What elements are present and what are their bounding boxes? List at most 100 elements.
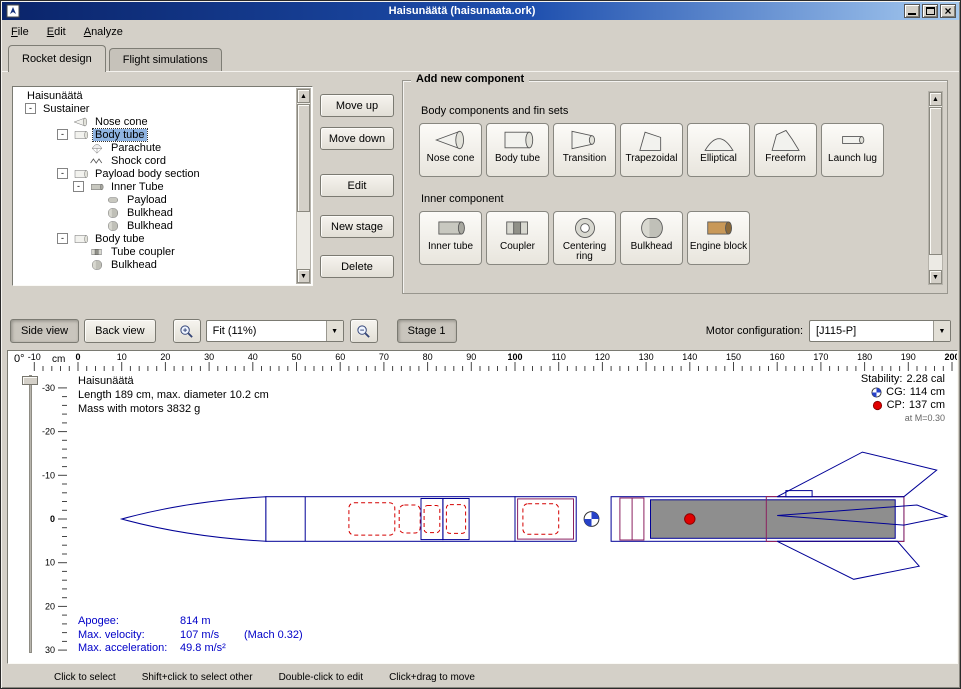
tree-item-label: Parachute — [109, 142, 163, 154]
svg-text:-30: -30 — [42, 383, 55, 393]
tree-item-bulkhead[interactable]: Bulkhead — [15, 258, 295, 271]
component-button-bulkhead[interactable]: Bulkhead — [620, 211, 683, 265]
component-scrollbar[interactable]: ▲ ▼ — [928, 91, 943, 285]
body-tube-icon — [498, 127, 538, 153]
delete-button[interactable]: Delete — [320, 255, 394, 278]
component-button-launch-lug[interactable]: Launch lug — [821, 123, 884, 177]
tree-scrollbar[interactable]: ▲ ▼ — [296, 88, 311, 284]
tree-item-label: Haisunäätä — [25, 90, 85, 102]
flight-stats: Apogee: 814 m Max. velocity: 107 m/s (Ma… — [78, 615, 303, 656]
side-view-button[interactable]: Side view — [10, 319, 79, 343]
maximize-button[interactable] — [922, 4, 938, 18]
tree-item-parachute[interactable]: Parachute — [15, 141, 295, 154]
tree-scrollbar-thumb[interactable] — [297, 104, 310, 212]
tree-item-body-tube[interactable]: - Body tube — [15, 128, 295, 141]
component-button-nose-cone[interactable]: Nose cone — [419, 123, 482, 177]
component-button-trapezoidal[interactable]: Trapezoidal — [620, 123, 683, 177]
tree-item-inner-tube[interactable]: -Inner Tube — [15, 180, 295, 193]
cp-label: CP: — [887, 399, 905, 412]
svg-text:90: 90 — [466, 352, 476, 362]
tree-item-payload[interactable]: Payload — [15, 193, 295, 206]
component-button-row: Nose coneBody tubeTransitionTrapezoidalE… — [419, 123, 921, 177]
move-down-button[interactable]: Move down — [320, 127, 394, 150]
rotation-slider[interactable] — [29, 375, 32, 653]
edit-button[interactable]: Edit — [320, 174, 394, 197]
mach-note: at M=0.30 — [861, 412, 945, 425]
back-view-button[interactable]: Back view — [84, 319, 156, 343]
scroll-down-icon[interactable]: ▼ — [297, 269, 310, 283]
bulkhead-icon — [105, 220, 121, 232]
tree-item-haisun-t[interactable]: Haisunäätä — [15, 89, 295, 102]
svg-text:30: 30 — [45, 645, 55, 655]
rotation-slider-thumb[interactable] — [22, 376, 38, 385]
tree-item-bulkhead[interactable]: Bulkhead — [15, 206, 295, 219]
tab-flight-simulations[interactable]: Flight simulations — [109, 48, 222, 71]
component-button-freeform[interactable]: Freeform — [754, 123, 817, 177]
tab-rocket-design[interactable]: Rocket design — [8, 45, 106, 72]
component-scrollbar-thumb[interactable] — [929, 107, 942, 255]
cp-value: 137 cm — [909, 399, 945, 412]
tree-item-label: Bulkhead — [125, 220, 175, 232]
rocket-design-page: Haisunäätä-SustainerNose cone-Body tubeP… — [2, 72, 959, 687]
stability-row: Stability: 2.28 cal — [861, 373, 945, 386]
nose-cone-icon — [431, 127, 471, 153]
tree-item-label: Payload body section — [93, 168, 202, 180]
menu-item-analyze[interactable]: Analyze — [75, 20, 132, 44]
scroll-down-icon[interactable]: ▼ — [929, 270, 942, 284]
maximize-icon — [926, 7, 935, 15]
add-component-group: Add new component Body components and fi… — [402, 80, 948, 294]
tree-item-label: Bulkhead — [109, 259, 159, 271]
tree-item-shock-cord[interactable]: Shock cord — [15, 154, 295, 167]
svg-text:170: 170 — [813, 352, 828, 362]
component-button-centering-ring[interactable]: Centering ring — [553, 211, 616, 265]
new-stage-button[interactable]: New stage — [320, 215, 394, 238]
svg-text:50: 50 — [291, 352, 301, 362]
scroll-up-icon[interactable]: ▲ — [929, 92, 942, 106]
stability-value: 2.28 cal — [906, 373, 945, 386]
collapse-icon[interactable]: - — [73, 181, 84, 192]
collapse-icon[interactable]: - — [57, 233, 68, 244]
component-button-coupler[interactable]: Coupler — [486, 211, 549, 265]
tree-item-bulkhead[interactable]: Bulkhead — [15, 219, 295, 232]
tree-item-body-tube[interactable]: -Body tube — [15, 232, 295, 245]
zoom-out-button[interactable] — [350, 319, 378, 343]
scroll-up-icon[interactable]: ▲ — [297, 89, 310, 103]
tree-item-payload-body-section[interactable]: - Payload body section — [15, 167, 295, 180]
tree-item-label: Payload — [125, 194, 169, 206]
tree-item-nose-cone[interactable]: Nose cone — [15, 115, 295, 128]
menu-bar: FileEditAnalyze — [2, 20, 959, 44]
title-bar[interactable]: Haisunäätä (haisunaata.ork) × — [2, 2, 959, 20]
centering-ring-icon — [565, 215, 605, 241]
zoom-combo[interactable]: Fit (11%) ▼ — [206, 320, 344, 342]
chevron-down-icon[interactable]: ▼ — [326, 321, 343, 341]
apogee-label: Apogee: — [78, 615, 180, 629]
collapse-icon[interactable]: - — [25, 103, 36, 114]
svg-text:190: 190 — [901, 352, 916, 362]
tab-strip: Rocket design Flight simulations — [2, 44, 959, 72]
collapse-icon[interactable]: - — [57, 168, 68, 179]
chevron-down-icon[interactable]: ▼ — [933, 321, 950, 341]
svg-text:-10: -10 — [42, 470, 55, 480]
move-up-button[interactable]: Move up — [320, 94, 394, 117]
svg-text:10: 10 — [117, 352, 127, 362]
component-button-body-tube[interactable]: Body tube — [486, 123, 549, 177]
component-button-engine-block[interactable]: Engine block — [687, 211, 750, 265]
motor-config-combo[interactable]: [J115-P] ▼ — [809, 320, 951, 342]
svg-text:20: 20 — [45, 601, 55, 611]
svg-text:60: 60 — [335, 352, 345, 362]
menu-item-edit[interactable]: Edit — [38, 20, 75, 44]
component-button-transition[interactable]: Transition — [553, 123, 616, 177]
component-button-inner-tube[interactable]: Inner tube — [419, 211, 482, 265]
zoom-in-button[interactable] — [173, 319, 201, 343]
menu-item-file[interactable]: File — [2, 20, 38, 44]
stage-1-button[interactable]: Stage 1 — [397, 319, 457, 343]
minimize-button[interactable] — [904, 4, 920, 18]
svg-text:130: 130 — [639, 352, 654, 362]
tree-item-tube-coupler[interactable]: Tube coupler — [15, 245, 295, 258]
tree-item-label: Body tube — [93, 129, 147, 141]
collapse-icon[interactable]: - — [57, 129, 68, 140]
tree-item-sustainer[interactable]: -Sustainer — [15, 102, 295, 115]
close-button[interactable]: × — [940, 4, 956, 18]
component-button-elliptical[interactable]: Elliptical — [687, 123, 750, 177]
svg-text:0: 0 — [75, 352, 80, 362]
